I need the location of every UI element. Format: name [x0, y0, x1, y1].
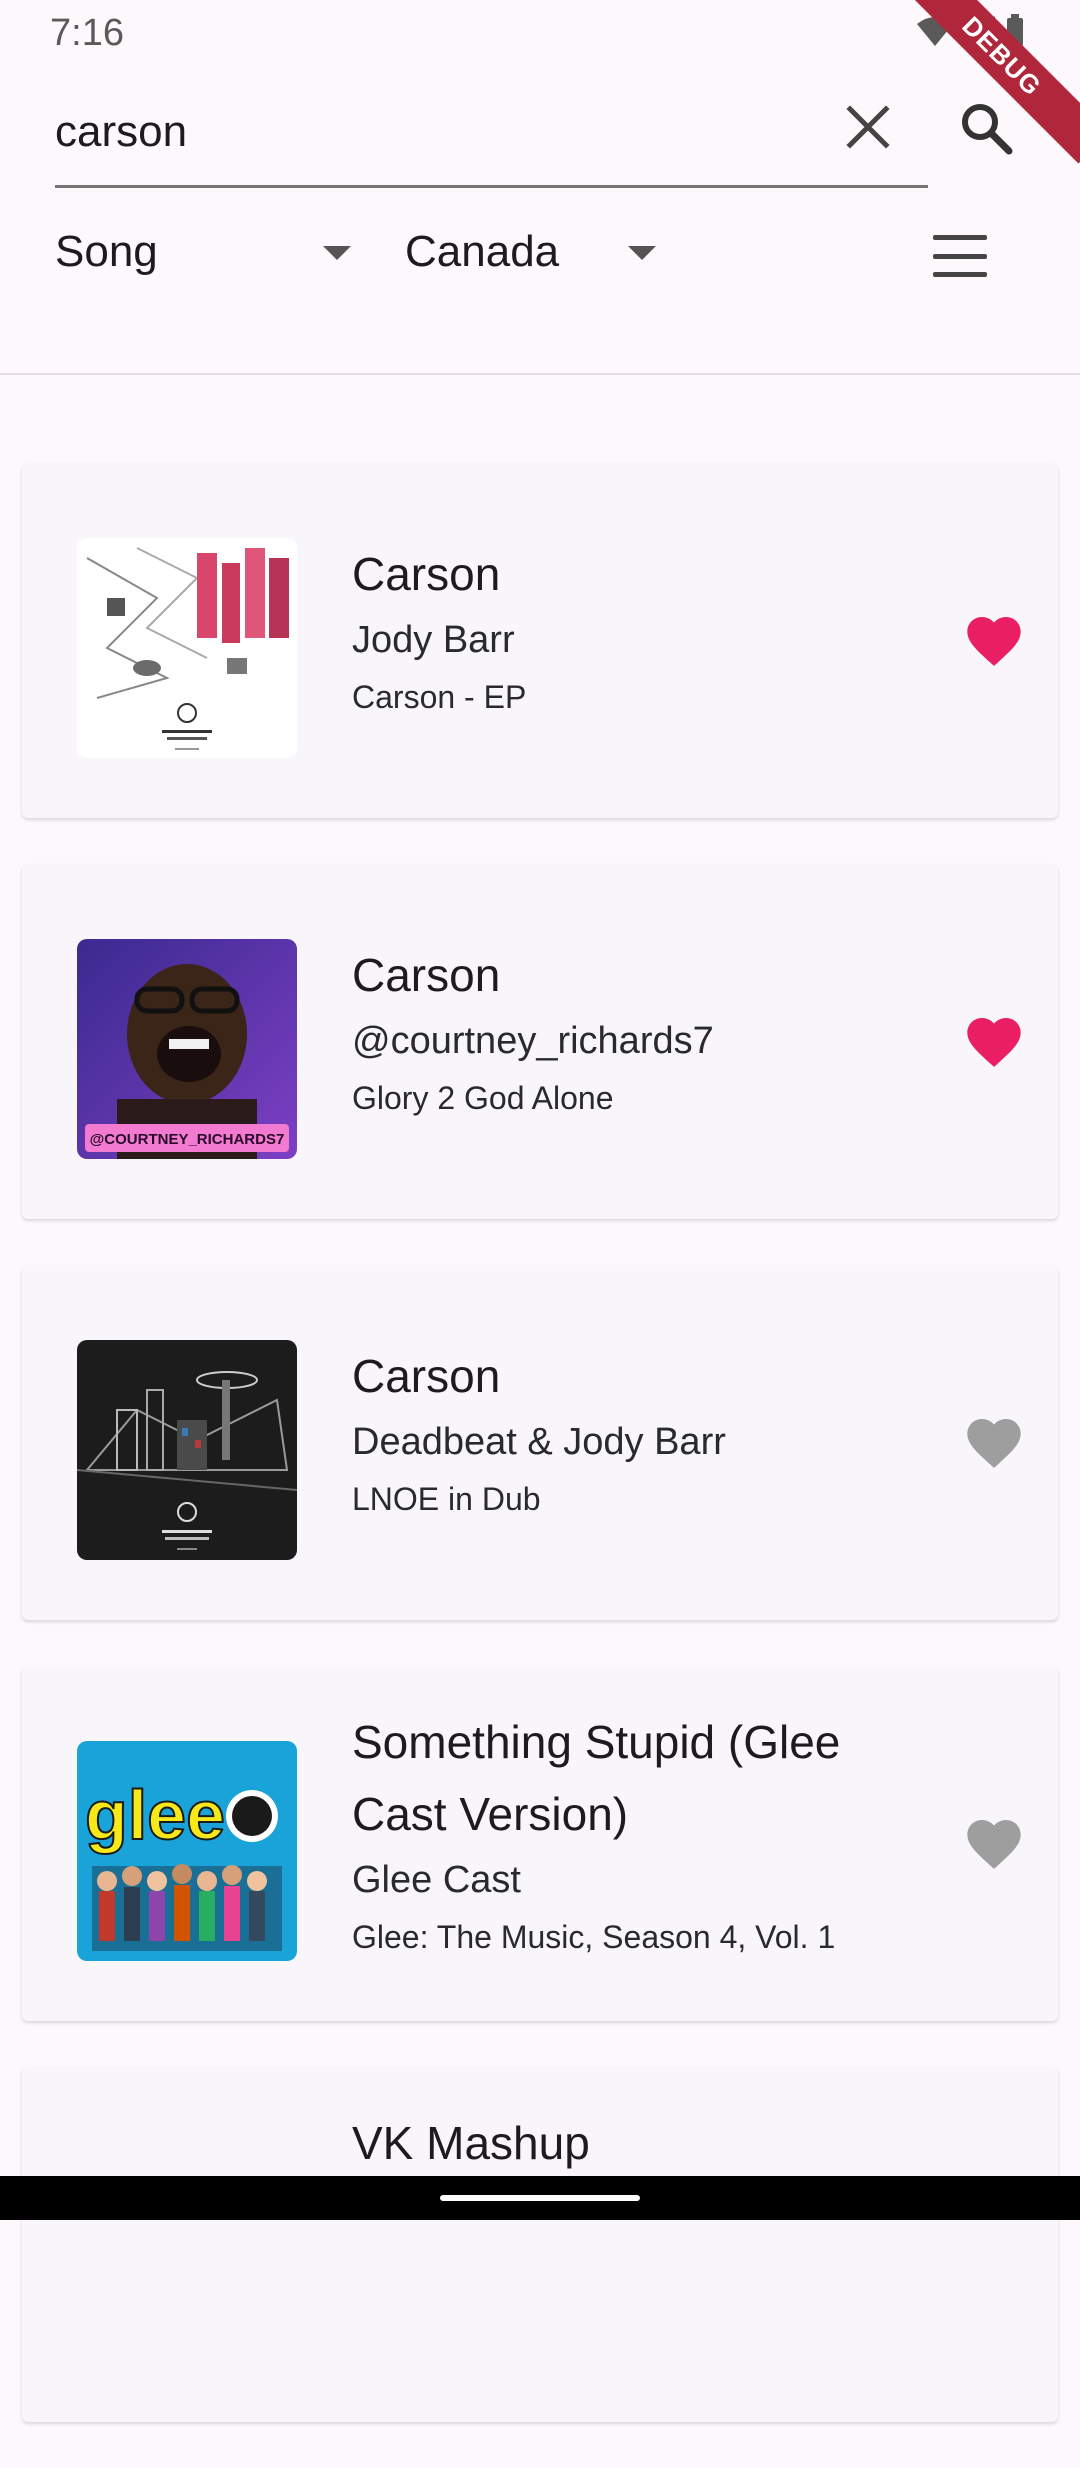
results-list: Carson Jody Barr Carson - EP @COURTNEY_R…: [22, 463, 1058, 2468]
album-art: glee: [77, 1741, 297, 1961]
type-dropdown[interactable]: Song: [55, 210, 355, 294]
favorite-heart-icon[interactable]: [962, 1812, 1026, 1876]
search-bar: [55, 70, 1055, 190]
song-info: VK Mashup: [352, 2107, 892, 2179]
song-card[interactable]: @COURTNEY_RICHARDS7 Carson @courtney_ric…: [22, 864, 1058, 1219]
song-album: Carson - EP: [352, 679, 527, 715]
song-card[interactable]: Carson Jody Barr Carson - EP: [22, 463, 1058, 818]
country-dropdown-label: Canada: [405, 227, 560, 276]
song-artist: Glee Cast: [352, 1859, 521, 1901]
album-art-text: glee: [85, 1776, 225, 1854]
status-bar: 7:16 DEBUG: [0, 0, 1080, 164]
home-gesture-handle[interactable]: [440, 2195, 640, 2201]
menu-icon: [933, 235, 987, 240]
filter-bar: Song Canada: [55, 210, 1055, 300]
search-input[interactable]: [55, 92, 815, 172]
search-button[interactable]: [948, 90, 1024, 166]
song-title: Carson: [352, 949, 501, 1001]
favorite-heart-icon[interactable]: [962, 1010, 1026, 1074]
song-info: Carson @courtney_richards7 Glory 2 God A…: [352, 939, 892, 1123]
song-card[interactable]: Carson Deadbeat & Jody Barr LNOE in Dub: [22, 1265, 1058, 1620]
favorite-heart-icon[interactable]: [962, 1411, 1026, 1475]
close-icon: [846, 105, 890, 149]
dropdown-arrow-icon: [323, 246, 351, 260]
song-card[interactable]: glee Something Stupid (Glee Cast Version…: [22, 1666, 1058, 2021]
song-album: Glee: The Music, Season 4, Vol. 1: [352, 1919, 836, 1955]
song-title: VK Mashup: [352, 2117, 590, 2169]
divider: [0, 373, 1080, 375]
song-album: LNOE in Dub: [352, 1481, 541, 1517]
dropdown-arrow-icon: [628, 246, 656, 260]
navigation-bar: [0, 2176, 1080, 2220]
album-art-text: @COURTNEY_RICHARDS7: [90, 1131, 285, 1148]
search-underline: [55, 185, 928, 188]
song-artist: Deadbeat & Jody Barr: [352, 1421, 726, 1463]
search-icon: [962, 104, 1013, 155]
song-info: Carson Jody Barr Carson - EP: [352, 538, 892, 722]
song-artist: Jody Barr: [352, 619, 515, 661]
song-title: Carson: [352, 1350, 501, 1402]
country-dropdown[interactable]: Canada: [405, 210, 715, 294]
song-album: Glory 2 God Alone: [352, 1080, 614, 1116]
type-dropdown-label: Song: [55, 227, 158, 276]
menu-button[interactable]: [925, 228, 995, 284]
song-info: Carson Deadbeat & Jody Barr LNOE in Dub: [352, 1340, 892, 1524]
song-card[interactable]: VK Mashup: [22, 2067, 1058, 2422]
album-art: [77, 1340, 297, 1560]
status-time: 7:16: [50, 12, 124, 54]
song-info: Something Stupid (Glee Cast Version) Gle…: [352, 1706, 892, 1962]
song-artist: @courtney_richards7: [352, 1020, 714, 1062]
song-title: Something Stupid (Glee Cast Version): [352, 1716, 841, 1840]
song-title: Carson: [352, 548, 501, 600]
favorite-heart-icon[interactable]: [962, 609, 1026, 673]
album-art: [77, 538, 297, 758]
clear-search-button[interactable]: [833, 92, 903, 162]
album-art: @COURTNEY_RICHARDS7: [77, 939, 297, 1159]
